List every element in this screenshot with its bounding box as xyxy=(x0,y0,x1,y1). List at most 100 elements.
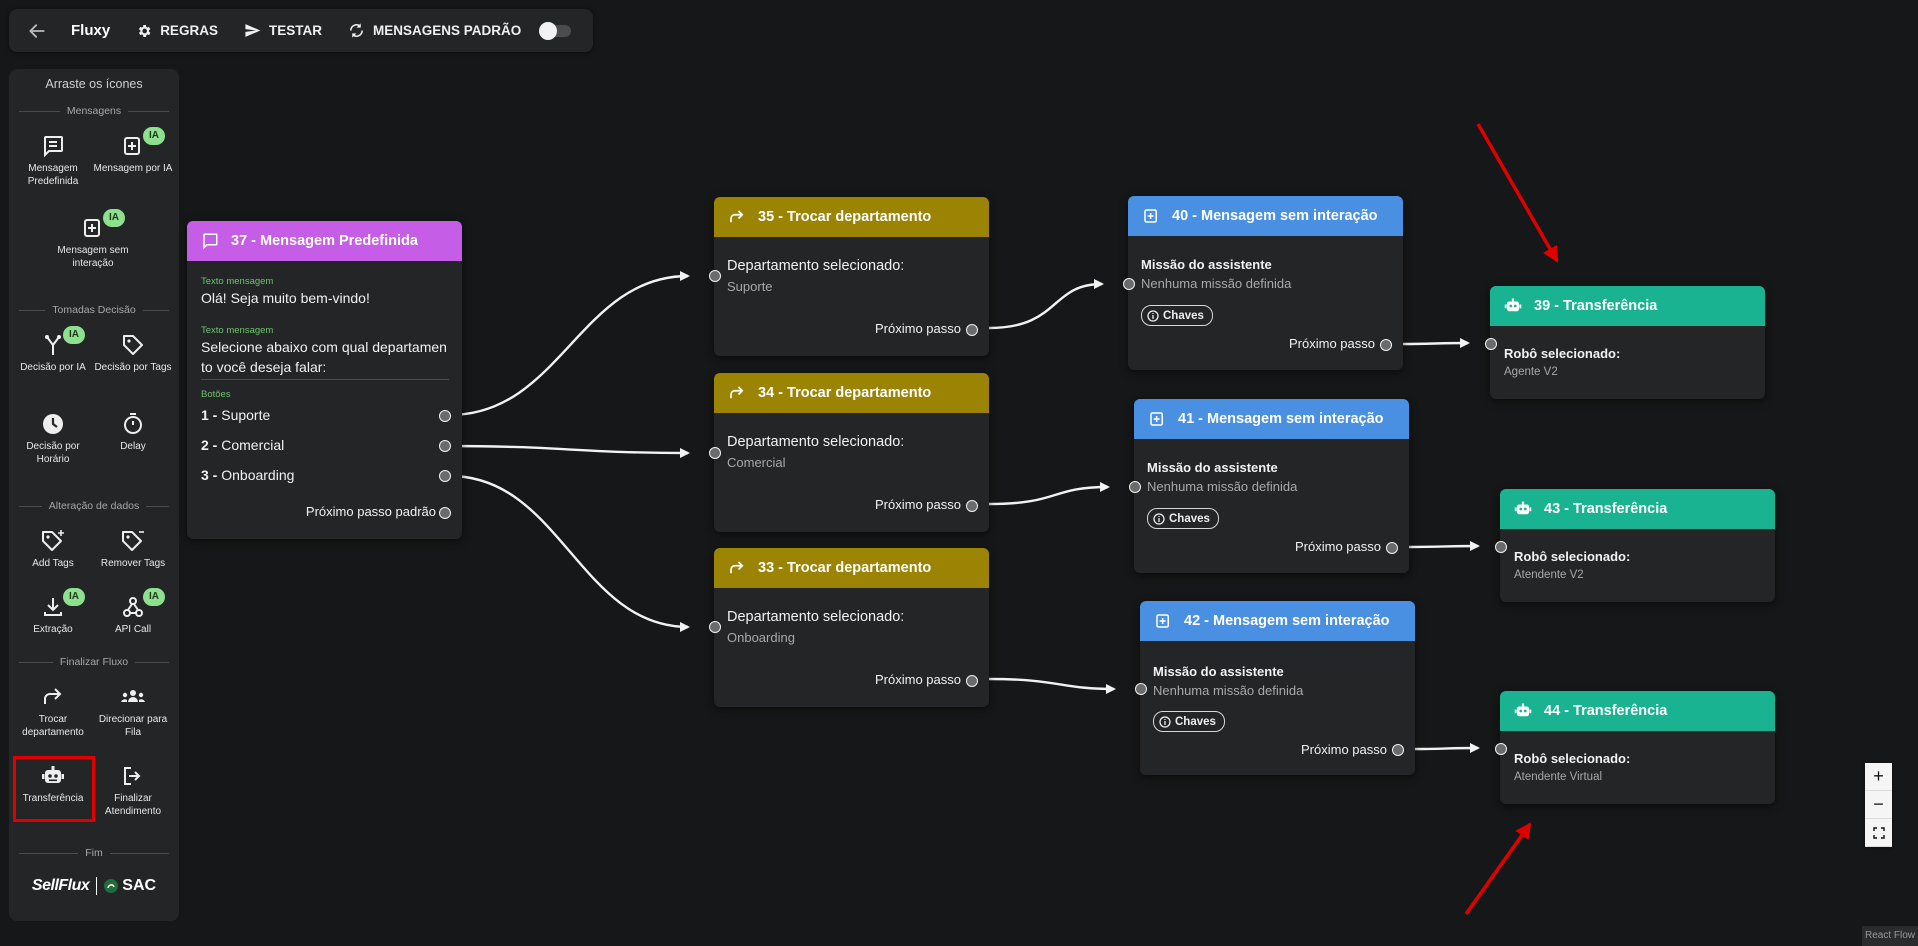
node-title: 42 - Mensagem sem interação xyxy=(1184,613,1390,629)
source-handle[interactable] xyxy=(1392,744,1404,756)
target-handle[interactable] xyxy=(709,270,721,282)
palette-delay[interactable]: Delay xyxy=(93,411,173,453)
palette-add-tags[interactable]: Add Tags xyxy=(13,528,93,570)
brand-logos: SellFlux SAC xyxy=(9,877,179,895)
edge-41-43 xyxy=(1408,541,1480,552)
node-39-transferencia[interactable]: 39 - Transferência Robô selecionado: Age… xyxy=(1485,286,1765,399)
node-title: 33 - Trocar departamento xyxy=(758,560,932,576)
redirect-icon xyxy=(730,210,744,223)
palette-api-call[interactable]: IA API Call xyxy=(93,588,173,636)
node-34-trocar-departamento[interactable]: 34 - Trocar departamento Departamento se… xyxy=(709,373,989,532)
source-handle[interactable] xyxy=(966,675,978,687)
next-label: Próximo passo xyxy=(875,321,961,336)
target-handle[interactable] xyxy=(1495,541,1507,553)
palette-label: Decisão por Horário xyxy=(26,441,80,465)
palette-decisao-ia[interactable]: IA Decisão por IA xyxy=(13,326,93,374)
edge-37-33 xyxy=(449,474,690,632)
edge-42-44 xyxy=(1414,743,1480,754)
timer-icon xyxy=(124,413,142,434)
chaves-button[interactable]: Chaves xyxy=(1153,711,1225,732)
regras-button[interactable]: REGRAS xyxy=(136,23,218,39)
target-handle[interactable] xyxy=(709,621,721,633)
section-mensagens: Mensagens xyxy=(19,105,169,117)
missao-label: Missão do assistente xyxy=(1147,460,1278,475)
tag-minus-icon xyxy=(122,531,144,551)
source-handle-default[interactable] xyxy=(439,507,451,519)
mensagens-padrao-toggle[interactable] xyxy=(539,21,572,40)
palette-extracao[interactable]: IA Extração xyxy=(13,588,93,636)
source-handle-1[interactable] xyxy=(439,410,451,422)
source-handle[interactable] xyxy=(1380,339,1392,351)
group-icon xyxy=(121,690,145,702)
node-37-mensagem-predefinida[interactable]: 37 - Mensagem Predefinida Texto mensagem… xyxy=(187,221,462,539)
palette-hint: Arraste os ícones xyxy=(45,77,143,91)
palette-direcionar-fila[interactable]: Direcionar para Fila xyxy=(93,684,173,739)
gear-icon xyxy=(139,24,151,37)
button-option-1: 1 - Suporte xyxy=(201,407,270,423)
annotation-arrow-bottom xyxy=(1464,822,1532,916)
palette-label: Decisão por Tags xyxy=(94,362,172,373)
palette-mensagem-predefinida[interactable]: Mensagem Predefinida xyxy=(13,133,93,188)
section-label: Tomadas Decisão xyxy=(52,304,136,316)
redirect-icon xyxy=(730,561,744,574)
source-handle-2[interactable] xyxy=(439,440,451,452)
robot-icon xyxy=(1514,703,1532,717)
back-button[interactable] xyxy=(25,19,49,43)
react-flow-attribution[interactable]: React Flow xyxy=(1862,926,1918,946)
node-header: 44 - Transferência xyxy=(1500,691,1775,731)
option-text: Comercial xyxy=(221,437,285,453)
node-41-mensagem-sem-interacao[interactable]: 41 - Mensagem sem interação Missão do as… xyxy=(1129,399,1409,573)
node-43-transferencia[interactable]: 43 - Transferência Robô selecionado: Ate… xyxy=(1495,489,1775,602)
button-option-2: 2 - Comercial xyxy=(201,437,284,453)
node-header: 37 - Mensagem Predefinida xyxy=(187,221,462,261)
sellflux-logo: SellFlux xyxy=(31,877,90,894)
testar-button[interactable]: TESTAR xyxy=(244,22,322,39)
section-label: Alteração de dados xyxy=(48,500,140,512)
chaves-button[interactable]: Chaves xyxy=(1147,508,1219,529)
palette-remover-tags[interactable]: Remover Tags xyxy=(93,528,173,570)
target-handle[interactable] xyxy=(1495,743,1507,755)
palette-finalizar-atendimento[interactable]: Finalizar Atendimento xyxy=(93,763,173,818)
zoom-out-button[interactable]: − xyxy=(1865,791,1892,819)
node-header: 40 - Mensagem sem interação xyxy=(1128,196,1403,236)
palette-label: Direcionar para Fila xyxy=(98,714,168,738)
section-label: Fim xyxy=(85,847,103,859)
next-label: Próximo passo xyxy=(1301,742,1387,757)
node-35-trocar-departamento[interactable]: 35 - Trocar departamento Departamento se… xyxy=(709,197,989,356)
logout-icon xyxy=(124,767,141,785)
zoom-in-button[interactable]: + xyxy=(1865,763,1892,791)
fit-view-button[interactable] xyxy=(1865,819,1892,847)
palette-label: API Call xyxy=(114,624,152,635)
chaves-label: Chaves xyxy=(1163,309,1204,322)
source-handle[interactable] xyxy=(966,500,978,512)
divider xyxy=(201,379,449,380)
botoes-label: Botões xyxy=(201,389,231,400)
section-label: Finalizar Fluxo xyxy=(59,656,129,668)
target-handle[interactable] xyxy=(1129,481,1141,493)
node-palette-sidebar: Arraste os ícones Mensagens Mensagem Pre… xyxy=(9,69,179,921)
message-icon xyxy=(44,136,63,158)
node-42-mensagem-sem-interacao[interactable]: 42 - Mensagem sem interação Missão do as… xyxy=(1135,601,1415,775)
target-handle[interactable] xyxy=(709,447,721,459)
node-40-mensagem-sem-interacao[interactable]: 40 - Mensagem sem interação Missão do as… xyxy=(1123,196,1403,370)
source-handle[interactable] xyxy=(966,324,978,336)
source-handle-3[interactable] xyxy=(439,470,451,482)
node-33-trocar-departamento[interactable]: 33 - Trocar departamento Departamento se… xyxy=(709,548,989,707)
robo-label: Robô selecionado: xyxy=(1514,549,1631,564)
mensagens-padrao-button[interactable]: MENSAGENS PADRÃO xyxy=(348,22,521,39)
target-handle[interactable] xyxy=(1135,683,1147,695)
departamento-value: Onboarding xyxy=(727,630,795,645)
palette-mensagem-ia[interactable]: IA Mensagem por IA xyxy=(93,127,173,175)
palette-decisao-tags[interactable]: Decisão por Tags xyxy=(93,332,173,374)
target-handle[interactable] xyxy=(1123,278,1135,290)
palette-decisao-horario[interactable]: Decisão por Horário xyxy=(13,411,93,466)
info-icon xyxy=(1153,512,1165,525)
palette-mensagem-sem-interacao[interactable]: IA Mensagem sem interação xyxy=(53,209,133,270)
target-handle[interactable] xyxy=(1485,338,1497,350)
source-handle[interactable] xyxy=(1386,542,1398,554)
chaves-button[interactable]: Chaves xyxy=(1141,305,1213,326)
palette-trocar-departamento[interactable]: Trocar departamento xyxy=(13,684,93,739)
message-text-2: Selecione abaixo com qual departamen xyxy=(201,339,447,355)
zoom-controls: + − xyxy=(1865,763,1892,847)
node-44-transferencia[interactable]: 44 - Transferência Robô selecionado: Ate… xyxy=(1495,691,1775,804)
